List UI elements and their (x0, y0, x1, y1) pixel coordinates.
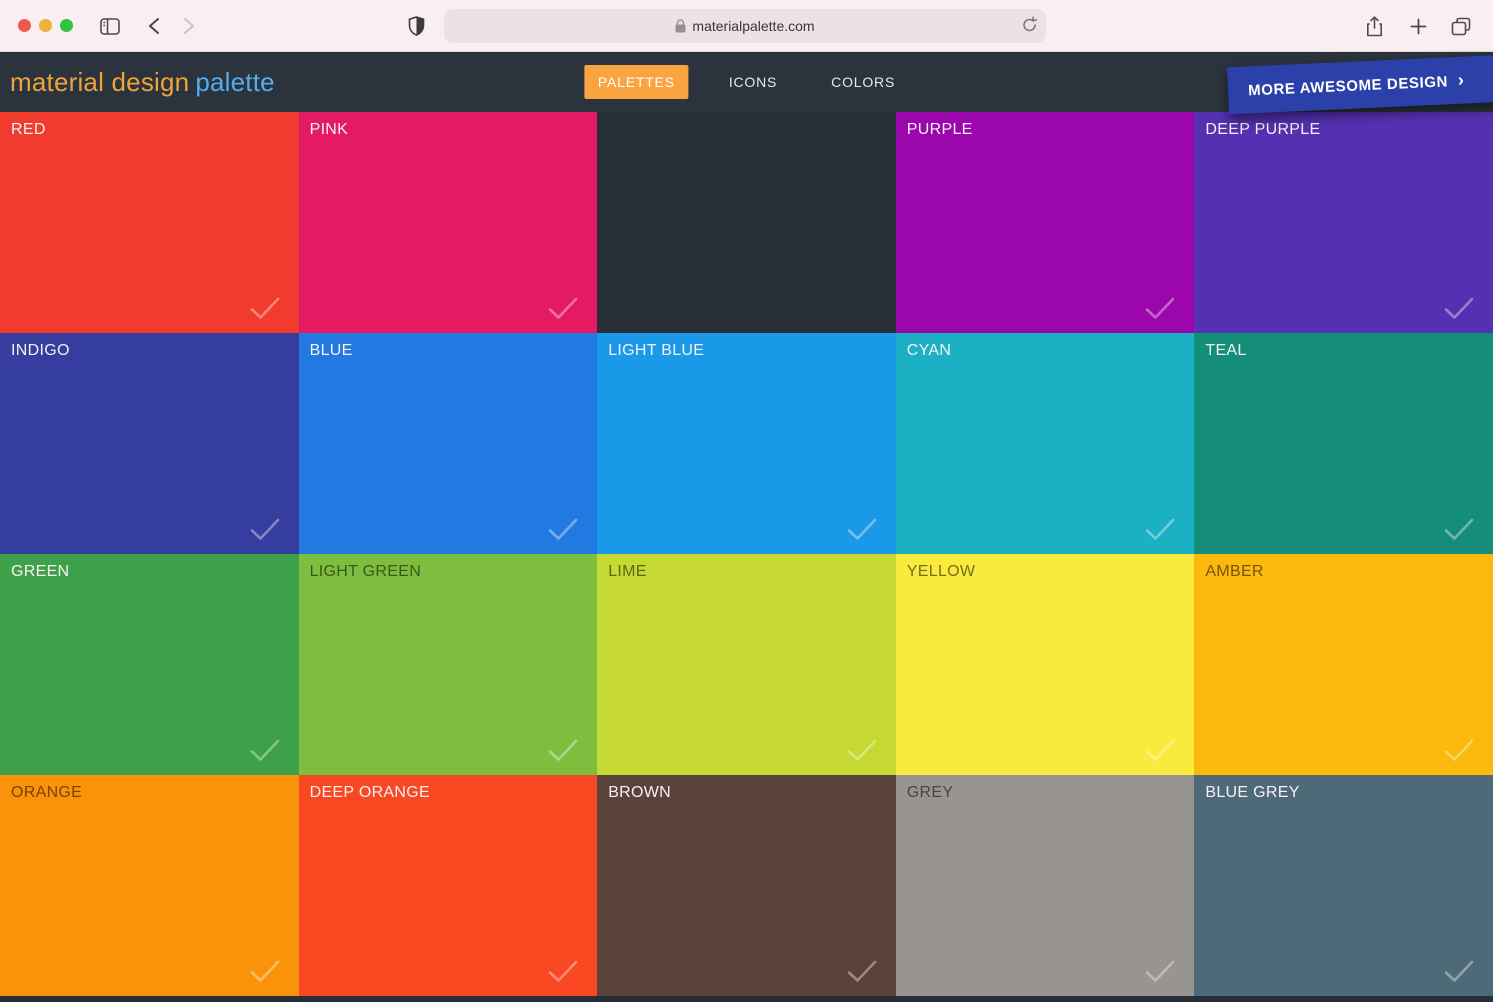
check-icon (548, 739, 578, 761)
back-chevron-icon (149, 18, 159, 34)
privacy-report-button[interactable] (402, 12, 430, 40)
tile-label: ORANGE (11, 784, 83, 801)
color-tile-brown[interactable]: BROWN (597, 775, 896, 996)
check-icon (847, 739, 877, 761)
address-bar[interactable]: materialpalette.com (444, 9, 1046, 43)
tab-icons[interactable]: ICONS (715, 65, 791, 99)
banner-label: MORE AWESOME DESIGN (1248, 73, 1449, 100)
color-tile-blue[interactable]: BLUE (298, 333, 598, 554)
tab-colors[interactable]: COLORS (817, 65, 909, 99)
color-tile-yellow[interactable]: YELLOW (895, 554, 1195, 775)
forward-button[interactable] (175, 12, 203, 40)
check-icon (250, 297, 279, 319)
logo-part-2: palette (195, 66, 275, 97)
new-tab-button[interactable] (1404, 12, 1432, 40)
page-bottom-strip (0, 996, 1493, 1002)
shield-icon (408, 16, 424, 36)
tile-label: BROWN (608, 784, 672, 801)
tile-label: PURPLE (906, 121, 973, 138)
color-tile-cyan[interactable]: CYAN (895, 333, 1195, 554)
color-tile-deep-purple[interactable]: DEEP PURPLE (1194, 112, 1493, 333)
color-tile-amber[interactable]: AMBER (1194, 554, 1493, 775)
check-icon (1444, 297, 1474, 319)
color-tile-light-green[interactable]: LIGHT GREEN (298, 554, 598, 775)
check-icon (1444, 518, 1474, 540)
tile-label: BLUE GREY (1205, 784, 1300, 801)
check-icon (1146, 739, 1175, 761)
check-icon (1444, 739, 1474, 761)
empty-tile (597, 112, 896, 333)
share-button[interactable] (1360, 12, 1388, 40)
tile-label: RED (11, 121, 46, 138)
site-header: material design palette PALETTES ICONS CO… (0, 52, 1493, 115)
url-text: materialpalette.com (692, 18, 815, 34)
tile-label: LIGHT GREEN (309, 563, 422, 580)
plus-icon (1410, 18, 1426, 34)
color-tile-teal[interactable]: TEAL (1194, 333, 1493, 554)
color-tile-red[interactable]: RED (0, 112, 299, 333)
share-icon (1366, 15, 1382, 36)
color-tile-green[interactable]: GREEN (0, 554, 299, 775)
zoom-window-button[interactable] (60, 19, 73, 32)
check-icon (1444, 960, 1474, 982)
color-tile-blue-grey[interactable]: BLUE GREY (1194, 775, 1493, 996)
tile-label: PINK (309, 121, 349, 138)
check-icon (548, 297, 578, 319)
close-window-button[interactable] (18, 19, 31, 32)
tile-label: LIGHT BLUE (608, 342, 705, 359)
check-icon (847, 518, 877, 540)
color-tile-pink[interactable]: PINK (298, 112, 598, 333)
tile-label: TEAL (1205, 342, 1247, 359)
tile-label: YELLOW (906, 563, 976, 580)
check-icon (250, 518, 279, 540)
tile-label: CYAN (906, 342, 952, 359)
site-logo[interactable]: material design palette (10, 67, 275, 98)
chevron-right-icon: › (1457, 69, 1466, 90)
tile-label: DEEP ORANGE (309, 784, 430, 801)
main-nav: PALETTES ICONS COLORS (583, 65, 909, 99)
check-icon (250, 739, 279, 761)
browser-chrome: materialpalette.com (0, 0, 1493, 52)
check-icon (250, 960, 279, 982)
check-icon (1146, 518, 1175, 540)
color-tile-lime[interactable]: LIME (597, 554, 896, 775)
forward-chevron-icon (184, 18, 194, 34)
minimize-window-button[interactable] (39, 19, 52, 32)
check-icon (1146, 297, 1175, 319)
tile-label: LIME (608, 563, 647, 580)
color-tile-grey[interactable]: GREY (895, 775, 1195, 996)
sidebar-icon (100, 17, 120, 35)
color-tile-orange[interactable]: ORANGE (0, 775, 299, 996)
color-tile-light-blue[interactable]: LIGHT BLUE (597, 333, 896, 554)
tile-label: AMBER (1205, 563, 1264, 580)
tile-label: GREEN (11, 563, 70, 580)
tile-label: DEEP PURPLE (1205, 121, 1321, 138)
tabs-overview-icon (1451, 17, 1471, 35)
tab-overview-button[interactable] (1447, 12, 1475, 40)
tile-label: BLUE (309, 342, 353, 359)
color-tile-purple[interactable]: PURPLE (895, 112, 1195, 333)
palette-grid: RED PINK PURPLE DEEP PURPLE INDIGO BLUE LIGHT … (0, 112, 1493, 996)
check-icon (847, 960, 877, 982)
tile-label: INDIGO (11, 342, 70, 359)
color-tile-deep-orange[interactable]: DEEP ORANGE (298, 775, 598, 996)
logo-part-1: material design (10, 66, 190, 97)
reload-icon[interactable] (1022, 16, 1037, 33)
traffic-lights (18, 19, 73, 32)
check-icon (548, 518, 578, 540)
tile-label: GREY (906, 784, 954, 801)
tab-palettes[interactable]: PALETTES (583, 65, 689, 99)
more-awesome-design-banner[interactable]: MORE AWESOME DESIGN › (1227, 54, 1493, 115)
lock-icon (675, 19, 686, 33)
check-icon (548, 960, 578, 982)
back-button[interactable] (140, 12, 168, 40)
color-tile-indigo[interactable]: INDIGO (0, 333, 299, 554)
sidebar-toggle-button[interactable] (96, 12, 124, 40)
check-icon (1146, 960, 1175, 982)
